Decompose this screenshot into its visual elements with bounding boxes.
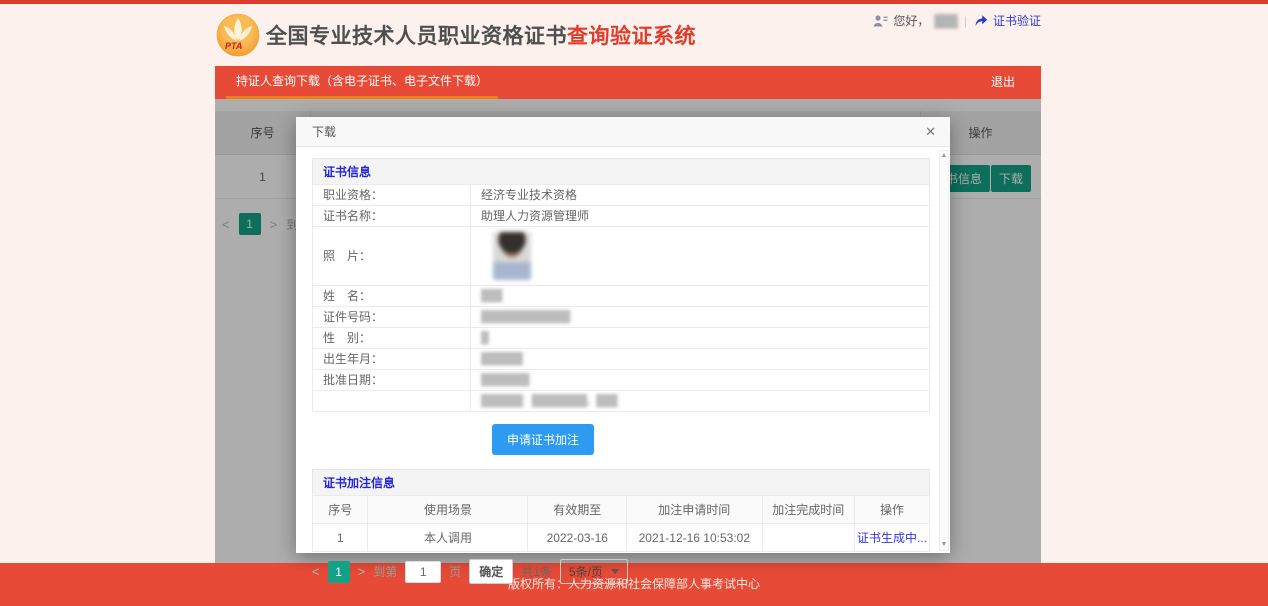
info-value-redacted: ███████	[471, 370, 930, 391]
goto-prefix-label: 到第	[373, 563, 397, 580]
modal-scrollbar[interactable]: ▲ ▼	[939, 150, 949, 551]
user-icon	[873, 14, 888, 28]
ann-cell-valid-until: 2022-03-16	[528, 524, 627, 552]
modal-title: 下载	[296, 117, 950, 147]
table-row: 证件号码： █████████████	[313, 307, 930, 328]
site-header: PTA 全国专业技术人员职业资格证书查询验证系统 您好， ███ | 证书验证	[215, 4, 1041, 66]
divider: |	[964, 14, 967, 28]
logout-button[interactable]: 退出	[965, 66, 1041, 99]
next-page-icon[interactable]: >	[358, 564, 366, 579]
info-label: 批准日期：	[313, 370, 471, 391]
ann-header-finish-time: 加注完成时间	[762, 496, 854, 524]
goto-suffix-label: 页	[449, 563, 461, 580]
info-label: 证书名称：	[313, 206, 471, 227]
info-value: 经济专业技术资格	[471, 185, 930, 206]
table-row: 1 本人调用 2022-03-16 2021-12-16 10:53:02 证书…	[313, 524, 930, 552]
certificate-verify-link[interactable]: 证书验证	[993, 12, 1041, 29]
ann-header-action: 操作	[854, 496, 929, 524]
info-label	[313, 391, 471, 412]
total-count-label: 共1条	[521, 563, 552, 580]
info-value-redacted: █	[471, 328, 930, 349]
info-label: 性 别：	[313, 328, 471, 349]
title-main: 全国专业技术人员职业资格证书	[266, 25, 567, 48]
share-arrow-icon	[974, 14, 988, 27]
ann-cell-finish-time	[762, 524, 854, 552]
title-accent: 查询验证系统	[567, 25, 696, 48]
info-label: 照 片：	[313, 227, 471, 286]
section-title-annotation: 证书加注信息	[312, 469, 930, 496]
certificate-photo	[493, 232, 531, 280]
logo-pta-text: PTA	[225, 41, 242, 51]
table-row: 性 别： █	[313, 328, 930, 349]
page-size-value: 5条/页	[569, 563, 603, 580]
annotation-header-row: 序号 使用场景 有效期至 加注申请时间 加注完成时间 操作	[313, 496, 930, 524]
cert-generating-link[interactable]: 证书生成中...	[857, 531, 927, 545]
info-label: 出生年月：	[313, 349, 471, 370]
info-value-redacted: ███	[471, 286, 930, 307]
modal-content: 证书信息 职业资格： 经济专业技术资格 证书名称： 助理人力资源管理师 照 片：	[312, 158, 930, 584]
annotation-table: 序号 使用场景 有效期至 加注申请时间 加注完成时间 操作 1 本人调用 202…	[312, 495, 930, 552]
user-area: 您好， ███ | 证书验证	[873, 12, 1041, 29]
section-title-cert-info: 证书信息	[312, 158, 930, 185]
page-title: 全国专业技术人员职业资格证书查询验证系统	[266, 20, 696, 50]
table-row: 证书名称： 助理人力资源管理师	[313, 206, 930, 227]
ann-cell-seq: 1	[313, 524, 368, 552]
close-icon[interactable]: ✕	[925, 117, 936, 147]
ann-header-scene: 使用场景	[368, 496, 528, 524]
info-value	[471, 227, 930, 286]
ann-header-seq: 序号	[313, 496, 368, 524]
ann-header-valid-until: 有效期至	[528, 496, 627, 524]
info-label: 证件号码：	[313, 307, 471, 328]
info-value-redacted: ██████：████████，███	[471, 391, 930, 412]
table-row: 姓 名： ███	[313, 286, 930, 307]
current-page-button[interactable]: 1	[328, 561, 350, 583]
table-row: 职业资格： 经济专业技术资格	[313, 185, 930, 206]
brand: PTA 全国专业技术人员职业资格证书查询验证系统	[215, 12, 696, 58]
info-value-redacted: █████████████	[471, 307, 930, 328]
download-modal: 下载 ✕ 证书信息 职业资格： 经济专业技术资格 证书名称： 助理人力资源管理师…	[296, 117, 950, 553]
navbar: 持证人查询下载（含电子证书、电子文件下载） 退出	[215, 66, 1041, 99]
info-value-redacted: ██████	[471, 349, 930, 370]
modal-header: 下载 ✕	[296, 117, 950, 147]
pta-logo-icon: PTA	[215, 12, 261, 58]
info-value: 助理人力资源管理师	[471, 206, 930, 227]
page-size-select[interactable]: 5条/页	[560, 559, 628, 584]
table-row: 照 片：	[313, 227, 930, 286]
table-row: 出生年月： ██████	[313, 349, 930, 370]
info-label: 姓 名：	[313, 286, 471, 307]
scrollbar-up-icon[interactable]: ▲	[940, 152, 948, 160]
scrollbar-down-icon[interactable]: ▼	[940, 541, 948, 549]
modal-body: 证书信息 职业资格： 经济专业技术资格 证书名称： 助理人力资源管理师 照 片：	[296, 148, 950, 553]
ann-header-apply-time: 加注申请时间	[627, 496, 763, 524]
info-label: 职业资格：	[313, 185, 471, 206]
username-masked: ███	[934, 14, 957, 28]
modal-pagination: < 1 > 到第 页 确定 共1条 5条/页	[312, 559, 930, 584]
ann-cell-scene: 本人调用	[368, 524, 528, 552]
apply-annotation-button[interactable]: 申请证书加注	[492, 424, 594, 455]
ann-cell-apply-time: 2021-12-16 10:53:02	[627, 524, 763, 552]
confirm-button[interactable]: 确定	[469, 559, 513, 584]
certificate-info-table: 职业资格： 经济专业技术资格 证书名称： 助理人力资源管理师 照 片： 姓 名：…	[312, 184, 930, 412]
table-row: 批准日期： ███████	[313, 370, 930, 391]
chevron-down-icon	[611, 569, 619, 574]
goto-page-input[interactable]	[405, 561, 441, 583]
greeting-text: 您好，	[893, 12, 929, 29]
tab-holder-query-download[interactable]: 持证人查询下载（含电子证书、电子文件下载）	[226, 66, 498, 99]
prev-page-icon[interactable]: <	[312, 564, 320, 579]
table-row: ██████：████████，███	[313, 391, 930, 412]
